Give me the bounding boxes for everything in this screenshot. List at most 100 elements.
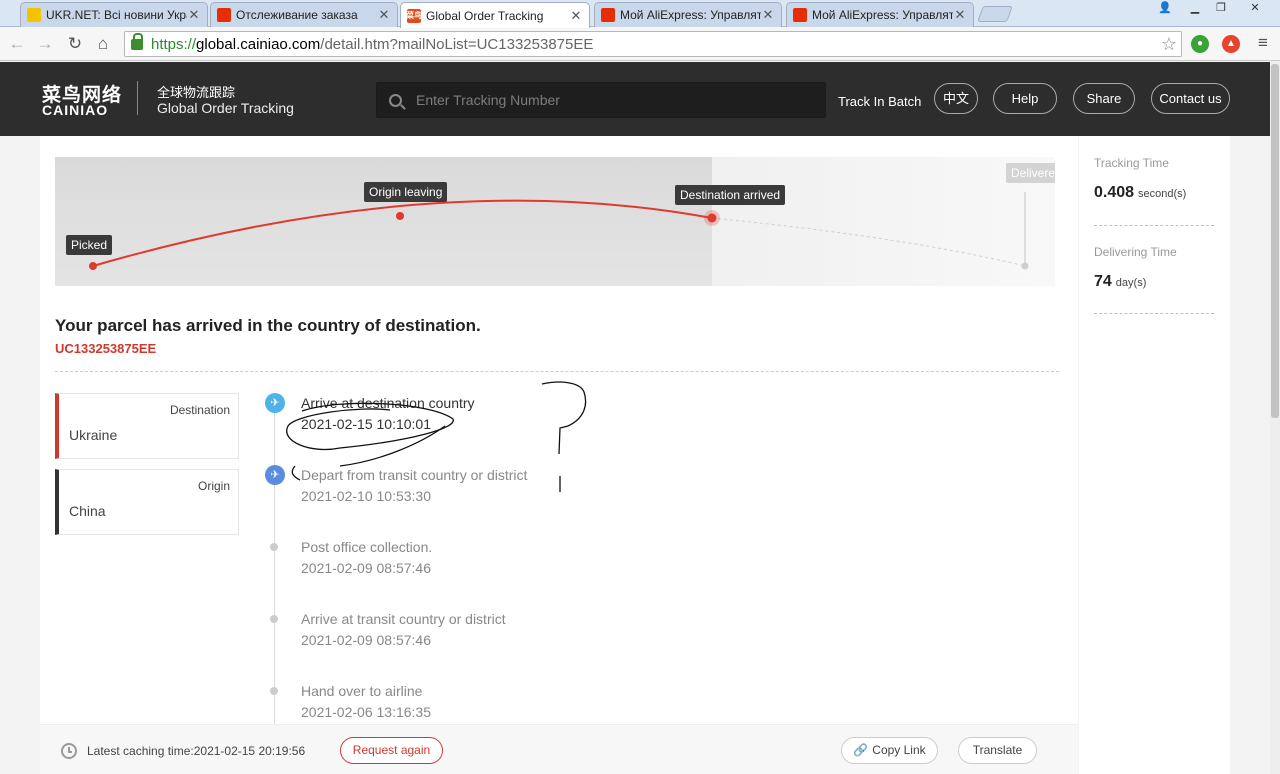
tab-label: Мой AliExpress: Управлять [620,8,761,22]
shipping-progress-map: Picked Origin leaving Destination arrive… [55,157,1055,286]
track-in-batch-link[interactable]: Track In Batch [838,94,921,109]
clock-icon [61,743,77,759]
destination-arrived-point [707,213,717,223]
contact-us-button[interactable]: Contact us [1151,83,1230,114]
origin-leaving-point [396,212,404,220]
latest-caching-time: Latest caching time:2021-02-15 20:19:56 [87,744,306,758]
destination-country: Ukraine [69,427,118,443]
language-button[interactable]: 中文 [934,83,978,114]
tracking-time-label: Tracking Time [1094,156,1169,170]
stats-divider [1094,313,1214,314]
close-window-icon[interactable]: ✕ [1240,0,1270,18]
timeline-event: Post office collection. 2021-02-09 08:57… [265,536,865,586]
bookmark-star-icon[interactable]: ☆ [1161,34,1177,55]
browser-tab-my-aliexpress-2[interactable]: Мой AliExpress: Управлять ✕ [786,2,974,27]
browser-tab-ukrnet[interactable]: UKR.NET: Всі новини Україн ✕ [20,2,208,27]
logo-divider [137,81,138,115]
reload-icon[interactable]: ↻ [64,33,86,55]
scrollbar-thumb[interactable] [1271,64,1279,418]
stage-label-picked: Picked [66,235,113,255]
tracking-search-box[interactable] [376,82,826,118]
copy-link-button[interactable]: 🔗 Copy Link [841,737,938,764]
browser-tab-global-order-tracking[interactable]: 菜鸟 Global Order Tracking ✕ [400,2,590,28]
tab-label: Global Order Tracking [426,8,544,23]
origin-card: Origin China [55,469,239,535]
close-tab-icon[interactable]: ✕ [761,7,775,23]
origin-label: Origin [197,479,230,493]
extension-icon[interactable]: ● [1191,35,1209,53]
plane-takeoff-icon: ✈ [265,465,285,485]
delivered-point [1021,262,1029,270]
close-tab-icon[interactable]: ✕ [187,7,201,23]
delivering-time-label: Delivering Time [1094,245,1177,259]
timeline-dot-icon [270,615,278,623]
destination-label: Destination [169,403,230,417]
extension-icon[interactable]: ▲ [1222,35,1240,53]
close-tab-icon[interactable]: ✕ [569,8,583,24]
event-time: 2021-02-09 08:57:46 [301,632,431,648]
aliexpress-favicon-icon [601,8,615,22]
tab-label: Отслеживание заказа [236,8,358,22]
address-bar[interactable]: https://global.cainiao.com/detail.htm?ma… [124,31,1182,57]
tracking-stats-panel: Tracking Time 0.408 second(s) Delivering … [1079,136,1230,774]
page-scrollbar[interactable] [1270,62,1280,774]
event-description: Depart from transit country or district [301,467,528,483]
event-description: Post office collection. [301,539,433,555]
browser-tab-order-tracking[interactable]: Отслеживание заказа ✕ [210,2,398,27]
minimize-window-icon[interactable]: ▁ [1182,0,1208,18]
close-tab-icon[interactable]: ✕ [953,7,967,23]
stage-label-origin-leaving: Origin leaving [364,182,448,202]
copy-link-label: Copy Link [872,743,926,757]
logo-english[interactable]: CAINIAO [42,102,108,118]
site-subtitle: Global Order Tracking [157,100,294,116]
help-button[interactable]: Help [993,83,1057,114]
timeline-event: ✈ Depart from transit country or distric… [265,464,865,514]
event-description: Arrive at destination country [301,395,475,411]
user-profile-icon[interactable]: 👤 [1152,0,1178,18]
event-time: 2021-02-09 08:57:46 [301,560,431,576]
stage-label-delivered: Delivere [1006,163,1055,183]
event-description: Arrive at transit country or district [301,611,506,627]
cainiao-favicon-icon: 菜鸟 [406,8,422,23]
forward-arrow-icon[interactable]: → [34,33,56,55]
timeline-event: Arrive at transit country or district 20… [265,608,865,658]
event-time: 2021-02-10 10:53:30 [301,488,431,504]
timeline-dot-icon [270,543,278,551]
timeline-dot-icon [270,687,278,695]
destination-card: Destination Ukraine [55,393,239,459]
completed-route-line [92,199,713,267]
picked-point [89,262,97,270]
translate-button[interactable]: Translate [958,737,1037,764]
share-button[interactable]: Share [1073,83,1135,114]
event-time: 2021-02-06 13:16:35 [301,704,431,720]
browser-tab-my-aliexpress-1[interactable]: Мой AliExpress: Управлять ✕ [594,2,782,27]
stats-divider [1094,225,1214,226]
browser-tab-strip: UKR.NET: Всі новини Україн ✕ Отслеживани… [0,0,1280,28]
timeline-event: ✈ Arrive at destination country 2021-02-… [265,392,865,442]
menu-icon[interactable]: ≡ [1252,32,1274,54]
ukrnet-favicon-icon [27,8,41,22]
event-time: 2021-02-15 10:10:01 [301,416,431,432]
home-icon[interactable]: ⌂ [92,33,114,55]
origin-country: China [69,503,106,519]
section-divider [55,371,1059,372]
progress-route-svg [89,192,1029,270]
close-tab-icon[interactable]: ✕ [377,7,391,23]
new-tab-button[interactable] [977,6,1013,22]
stage-label-destination-arrived: Destination arrived [675,185,786,205]
tracking-number-input[interactable] [416,92,796,108]
link-icon: 🔗 [853,743,869,757]
parcel-status-title: Your parcel has arrived in the country o… [55,316,481,335]
tracking-number: UC133253875EE [55,341,157,356]
back-arrow-icon[interactable]: ← [6,33,28,55]
plane-landing-icon: ✈ [265,393,285,413]
tracking-time-value: 0.408 second(s) [1094,184,1187,201]
tab-label: UKR.NET: Всі новини Україн [46,8,187,22]
browser-toolbar: ← → ↻ ⌂ https://global.cainiao.com/detai… [0,27,1280,61]
request-again-button[interactable]: Request again [340,737,443,764]
tracking-detail-panel: Picked Origin leaving Destination arrive… [40,136,1078,774]
search-icon [389,93,402,107]
aliexpress-favicon-icon [793,8,807,22]
restore-window-icon[interactable]: ❐ [1208,0,1234,18]
tracking-footer-bar: Latest caching time:2021-02-15 20:19:56 … [40,724,1078,774]
